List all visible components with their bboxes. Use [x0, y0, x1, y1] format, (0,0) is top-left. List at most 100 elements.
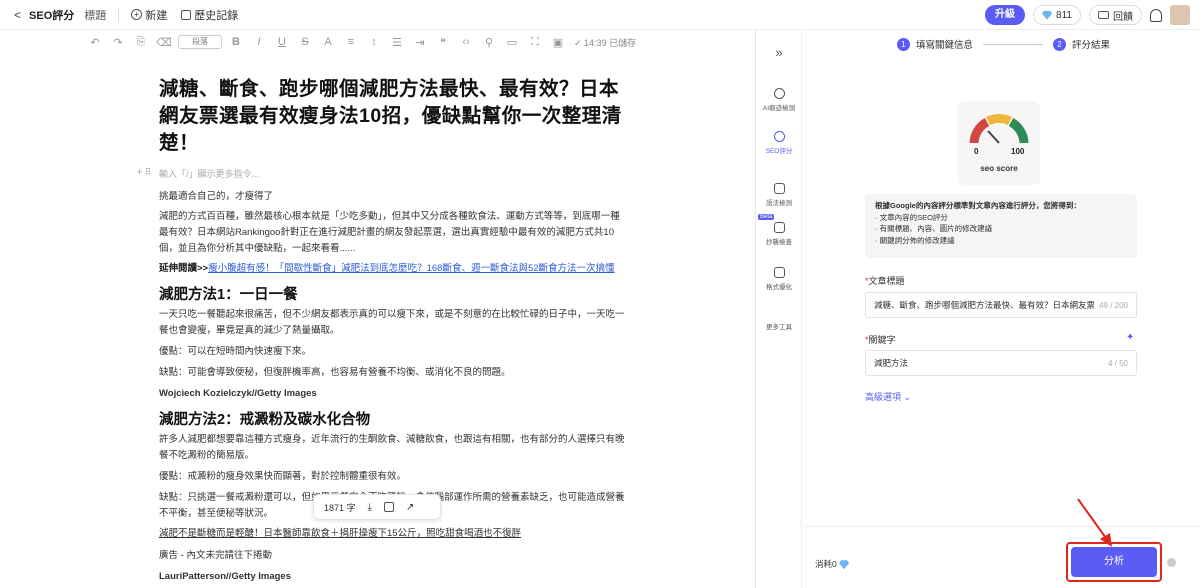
upgrade-button[interactable]: 升級	[985, 5, 1026, 25]
step-number: 1	[897, 37, 910, 51]
strikethrough-icon[interactable]: S	[296, 36, 314, 48]
sidebar-item-more-tools[interactable]: 更多工具	[756, 321, 802, 331]
top-bar: < SEO評分 標題 + 新建 歷史記錄 升級 811 回饋	[0, 0, 1200, 30]
extended-reading[interactable]: 延伸閱讀>>瘦小腹超有感！「間歇性斷食」減肥法到底怎麼吃？168斷食、週一斷食法…	[159, 261, 629, 277]
font-color-icon[interactable]: A	[319, 36, 337, 48]
redo-icon[interactable]: ↷	[109, 36, 127, 49]
list-icon[interactable]: ☰	[388, 36, 406, 49]
paragraph-select[interactable]: 段落	[178, 35, 222, 49]
word-count: 1871 字	[324, 502, 356, 513]
quote-icon[interactable]: ❝	[434, 36, 452, 49]
image-icon[interactable]: ▭	[503, 36, 521, 49]
italic-icon[interactable]: I	[250, 36, 268, 48]
sidebar-item-grammar[interactable]: 語法檢測	[756, 183, 802, 207]
collapse-icon[interactable]: »	[756, 45, 802, 60]
paragraph[interactable]: 缺點：可能會導致便秘，但復胖機率高，也容易有營養不均衡、或消化不良的問題。	[159, 365, 629, 381]
seo-score-card: 0 100 seo score	[958, 101, 1040, 185]
step-connector	[983, 43, 1044, 45]
grammar-icon	[773, 183, 785, 194]
keyword-field-label-text: 關鍵字	[868, 335, 896, 345]
title-field[interactable]: 減糖、斷食、跑步哪個減肥方法最快、最有效？日本網友票選 49 / 200	[865, 292, 1137, 318]
paragraph[interactable]: 優點：戒澱粉的瘦身效果快而顯著，對於控制體重很有效。	[159, 469, 629, 485]
article-link[interactable]: 減肥不是斷糖而是輕醣！日本醫師靠飲食＋捐肝操瘦下15公斤，照吃甜食喝酒也不復胖	[159, 526, 629, 542]
drag-handle-icon[interactable]: + ⠿	[137, 167, 151, 178]
step-1-label[interactable]: 填寫關鍵信息	[916, 37, 973, 51]
plus-icon: +	[131, 9, 143, 20]
download-icon[interactable]: ⤓	[368, 502, 372, 513]
step-2-label[interactable]: 評分結果	[1072, 37, 1110, 51]
info-item: · 有關標題、內容、圖片的修改建議	[875, 224, 993, 233]
clear-format-icon[interactable]: ⌫	[155, 36, 173, 49]
image-credit[interactable]: Wojciech Kozielczyk//Getty Images	[159, 386, 629, 402]
avatar[interactable]	[1170, 5, 1190, 25]
line-height-icon[interactable]: ↕	[365, 36, 383, 48]
extended-reading-link[interactable]: 瘦小腹超有感！「間歇性斷食」減肥法到底怎麼吃？168斷食、週一斷食法與52斷食方…	[208, 263, 614, 274]
advanced-options-toggle[interactable]: 高級選項 ⌄	[865, 390, 911, 403]
keyword-field[interactable]: 減肥方法 4 / 50	[865, 350, 1137, 376]
history-button[interactable]: 歷史記錄	[181, 7, 238, 23]
sidebar-item-label: 更多工具	[766, 324, 792, 331]
paragraph[interactable]: 優點：可以在短時間內快速瘦下來。	[159, 344, 629, 360]
credits-count: 811	[1056, 9, 1072, 21]
format-painter-icon[interactable]: ⎘	[132, 36, 150, 49]
align-icon[interactable]: ≡	[342, 36, 360, 48]
code-icon[interactable]: ‹›	[457, 36, 475, 48]
keyword-field-count: 4 / 50	[1107, 358, 1128, 368]
history-icon	[181, 9, 192, 20]
sidebar-item-label: SEO評分	[765, 148, 793, 155]
paragraph[interactable]: 減肥的方式百百種，雖然最核心根本就是「少吃多動」，但其中又分成各種飲食法、運動方…	[159, 209, 629, 257]
indent-icon[interactable]: ⇥	[411, 36, 429, 49]
title-field-value: 減糖、斷食、跑步哪個減肥方法最快、最有效？日本網友票選	[874, 300, 1094, 310]
magic-wand-icon[interactable]: ✦	[1126, 333, 1136, 343]
format-icon	[773, 267, 785, 278]
title-field-label: *文章標題	[865, 276, 905, 286]
paragraph[interactable]: 一天只吃一餐聽起來很痛苦，但不少網友都表示真的可以瘦下來，或是不刻意的在比較忙碌…	[159, 307, 629, 339]
info-item: · 關鍵詞分佈的修改建議	[875, 235, 955, 245]
feedback-button[interactable]: 回饋	[1089, 5, 1142, 25]
sidebar-item-seo-score[interactable]: SEO評分	[756, 131, 802, 155]
sidebar-item-label: 格式優化	[766, 284, 792, 291]
sidebar-item-label: 抄襲檢查	[766, 239, 792, 246]
saved-status: ✓ 14:39 已儲存	[574, 37, 637, 48]
article-title[interactable]: 減糖、斷食、跑步哪個減肥方法最快、最有效？日本網友票選最有效瘦身法10招，優缺點…	[159, 76, 629, 157]
info-item: · 文章內容的SEO評分	[875, 212, 948, 222]
section-heading[interactable]: 減肥方法1：一日一餐	[159, 283, 629, 304]
plagiarism-icon	[773, 222, 785, 233]
command-placeholder[interactable]: + ⠿ 輸入「/」顯示更多指令...	[137, 167, 629, 180]
cost-label: 消耗0	[815, 558, 850, 570]
new-button[interactable]: + 新建	[131, 7, 167, 23]
section-heading[interactable]: 減肥方法2：戒澱粉及碳水化合物	[159, 408, 629, 429]
cost-text: 消耗0	[815, 559, 837, 569]
credits-badge[interactable]: 811	[1033, 5, 1081, 25]
export-icon[interactable]: ↗	[406, 502, 414, 513]
back-icon[interactable]: <	[14, 8, 21, 22]
gauge-icon	[969, 113, 1029, 144]
sidebar-item-ai-detect[interactable]: AI痕迹檢測	[756, 88, 802, 112]
image-credit[interactable]: LauriPatterson//Getty Images	[159, 569, 629, 585]
info-icon[interactable]	[1167, 558, 1176, 567]
floating-toolbar: 1871 字 ⤓ ↗	[313, 494, 441, 520]
sidebar-item-plagiarism[interactable]: Beta 抄襲檢查	[756, 214, 802, 246]
undo-icon[interactable]: ↶	[86, 36, 104, 49]
sidebar-item-format[interactable]: 格式優化	[756, 267, 802, 291]
save-icon[interactable]: ▣	[549, 36, 567, 49]
extended-reading-label: 延伸閱讀>>	[159, 263, 209, 274]
paragraph[interactable]: 許多人減肥都想要靠這種方式瘦身，近年流行的生酮飲食、減糖飲食，也跟這有相關，也有…	[159, 432, 629, 464]
saved-text: 14:39 已儲存	[584, 37, 637, 48]
seo-panel: 1 填寫關鍵信息 2 評分結果 0 100 seo score 根據Google…	[803, 30, 1200, 588]
link-icon[interactable]: ⚲	[480, 36, 498, 49]
title-tab[interactable]: 標題	[84, 7, 106, 23]
stepper: 1 填寫關鍵信息 2 評分結果	[897, 37, 1110, 51]
keyword-field-label: *關鍵字	[865, 335, 896, 345]
chevron-down-icon: ⌄	[903, 392, 912, 402]
paragraph[interactable]: 挑最適合自己的，才瘦得了	[159, 189, 629, 205]
underline-icon[interactable]: U	[273, 36, 291, 48]
bold-icon[interactable]: B	[227, 36, 245, 48]
placeholder-text: 輸入「/」顯示更多指令...	[159, 169, 260, 179]
gauge-min: 0	[974, 147, 979, 156]
gauge-max: 100	[1011, 147, 1025, 156]
copy-icon[interactable]	[383, 502, 394, 512]
bell-icon[interactable]	[1150, 8, 1162, 22]
editor-toolbar: ↶ ↷ ⎘ ⌫ 段落 B I U S A ≡ ↕ ☰ ⇥ ❝ ‹› ⚲ ▭ ⛶ …	[0, 30, 755, 54]
fullscreen-icon[interactable]: ⛶	[526, 36, 544, 49]
